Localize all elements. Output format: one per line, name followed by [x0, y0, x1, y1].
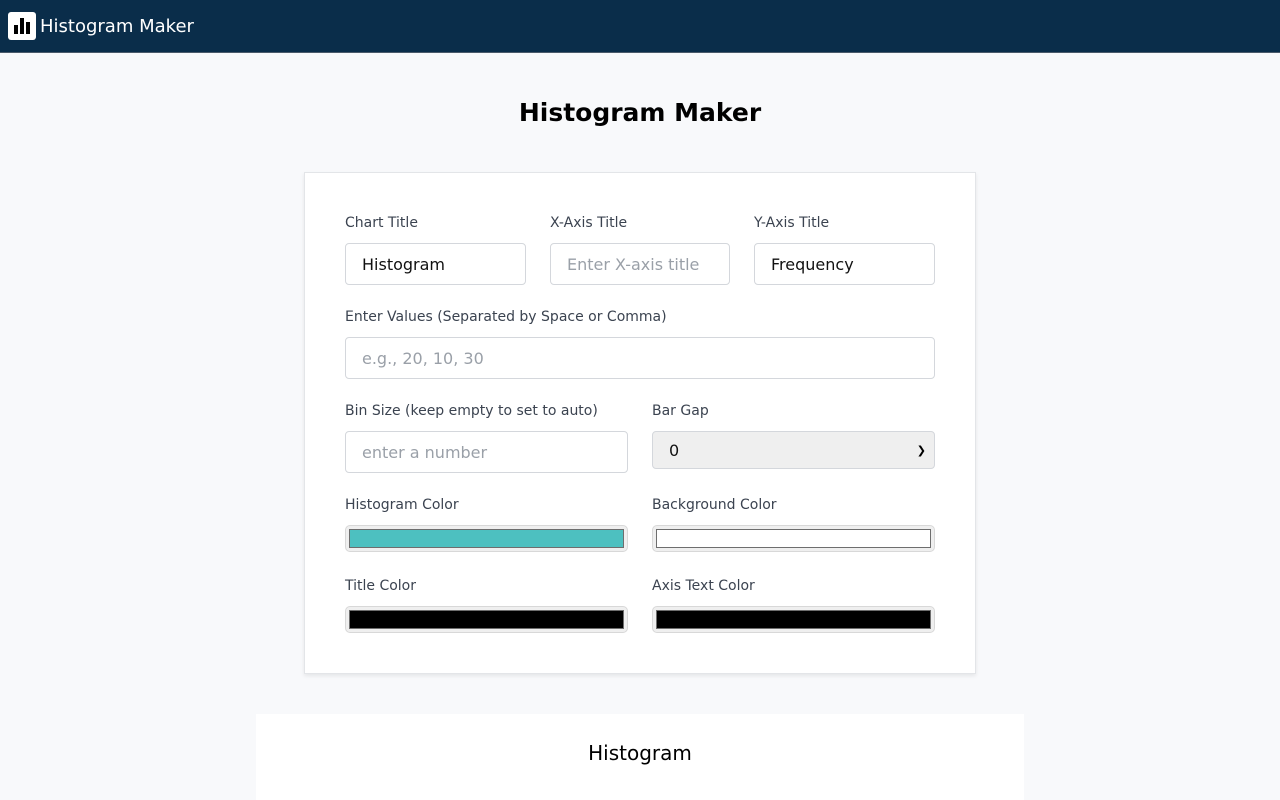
background-color-field: Background Color [652, 497, 935, 557]
histogram-color-label: Histogram Color [345, 497, 459, 513]
page-title: Histogram Maker [518, 98, 762, 127]
histogram-color-picker[interactable] [345, 525, 628, 552]
bin-size-field: Bin Size (keep empty to set to auto) [345, 403, 628, 473]
chart-title-label: Chart Title [345, 215, 418, 231]
title-color-label: Title Color [345, 578, 417, 594]
navbar: Histogram Maker [0, 0, 1280, 53]
x-axis-title-input[interactable] [550, 243, 730, 285]
chevron-down-icon: ❯ [916, 443, 926, 457]
background-color-picker[interactable] [652, 525, 935, 552]
bin-size-label: Bin Size (keep empty to set to auto) [345, 403, 598, 419]
chart-title-field: Chart Title [345, 215, 526, 285]
y-axis-title-label: Y-Axis Title [754, 215, 830, 231]
title-color-picker[interactable] [345, 606, 628, 633]
values-label: Enter Values (Separated by Space or Comm… [345, 309, 667, 325]
values-input[interactable] [345, 337, 935, 379]
histogram-preview: Histogram [256, 714, 1024, 800]
title-color-field: Title Color [345, 578, 628, 638]
histogram-color-field: Histogram Color [345, 497, 628, 557]
chart-title-input[interactable] [345, 243, 526, 285]
background-color-label: Background Color [652, 497, 777, 513]
preview-chart-title: Histogram [588, 741, 692, 765]
axis-text-color-label: Axis Text Color [652, 578, 755, 594]
axis-text-color-field: Axis Text Color [652, 578, 935, 638]
background-color-swatch [656, 529, 931, 548]
x-axis-title-field: X-Axis Title [550, 215, 730, 285]
bar-chart-icon [8, 12, 36, 40]
y-axis-title-field: Y-Axis Title [754, 215, 935, 285]
x-axis-title-label: X-Axis Title [550, 215, 628, 231]
bin-size-input[interactable] [345, 431, 628, 473]
bar-gap-label: Bar Gap [652, 403, 709, 419]
bar-gap-value: 0 [669, 440, 680, 460]
values-field: Enter Values (Separated by Space or Comm… [345, 309, 935, 379]
histogram-color-swatch [349, 529, 624, 548]
y-axis-title-input[interactable] [754, 243, 935, 285]
axis-text-color-swatch [656, 610, 931, 629]
bar-gap-field: Bar Gap 0 ❯ [652, 403, 935, 473]
axis-text-color-picker[interactable] [652, 606, 935, 633]
brand-name[interactable]: Histogram Maker [40, 16, 194, 37]
settings-card: Chart Title X-Axis Title Y-Axis Title En… [304, 172, 976, 674]
title-color-swatch [349, 610, 624, 629]
bar-gap-select[interactable]: 0 ❯ [652, 431, 935, 469]
